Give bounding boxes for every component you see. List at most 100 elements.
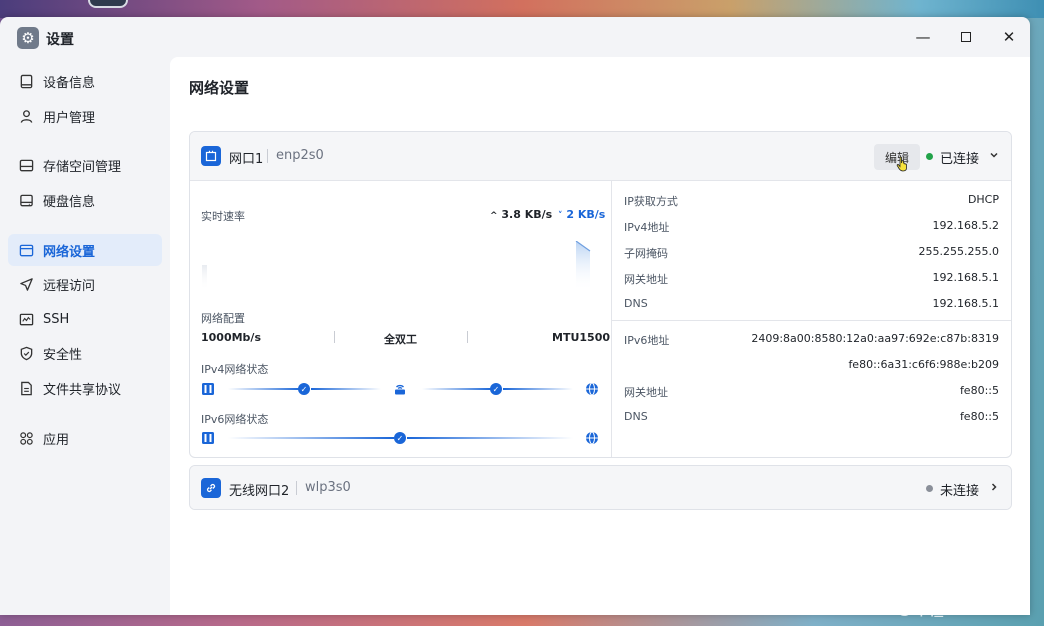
row-label: IPv4地址: [624, 221, 670, 234]
dns-row: DNS 192.168.5.1: [612, 292, 1011, 318]
port-name: 无线网口2: [229, 484, 290, 499]
sidebar-item-label: SSH: [43, 311, 70, 327]
ipv4-link-segment: [228, 388, 301, 390]
ipv6-gateway-row: 网关地址 fe80::5: [612, 379, 1011, 405]
sidebar-item-storage[interactable]: 存储空间管理: [8, 149, 162, 181]
arrow-up-icon: ^: [490, 211, 498, 221]
row-label: DNS: [624, 297, 648, 310]
sidebar-item-network-settings[interactable]: 网络设置: [8, 234, 162, 266]
ipv6-address-row: IPv6地址 2409:8a00:8580:12a0:aa97:692e:c87…: [612, 327, 1011, 353]
sidebar-item-label: 用户管理: [43, 110, 96, 126]
maximize-icon: [961, 32, 971, 42]
upload-rate-value: 3.8 KB/s: [501, 208, 553, 221]
ipv6-dns-row: DNS fe80::5: [612, 405, 1011, 431]
subnet-mask-row: 子网掩码 255.255.255.0: [612, 240, 1011, 266]
sidebar-item-label: 远程访问: [43, 278, 96, 294]
sidebar-item-label: 文件共享协议: [43, 382, 122, 398]
sidebar-item-label: 硬盘信息: [43, 194, 96, 210]
port1-header[interactable]: 网口1 enp2s0 编辑 已连接: [190, 132, 1011, 181]
sidebar-item-apps[interactable]: 应用: [8, 422, 162, 454]
chevron-down-icon[interactable]: [989, 149, 999, 163]
row-label: IP获取方式: [624, 195, 678, 208]
port2-card[interactable]: 无线网口2 wlp3s0 未连接: [189, 465, 1012, 510]
mtu-value: MTU1500: [552, 331, 610, 344]
gateway-row: 网关地址 192.168.5.1: [612, 266, 1011, 292]
row-value: fe80::6a31:c6f6:988e:b209: [848, 358, 999, 371]
port1-address-pane: IP获取方式 DHCP IPv4地址 192.168.5.2 子网掩码 255.…: [611, 181, 1011, 457]
close-button[interactable]: ✕: [996, 25, 1022, 49]
storage-icon: [18, 157, 34, 173]
ipv6-linklocal-row: fe80::6a31:c6f6:988e:b209: [612, 353, 1011, 379]
sidebar-item-device-info[interactable]: 设备信息: [8, 65, 162, 97]
globe-icon: [586, 431, 598, 445]
row-value: fe80::5: [959, 384, 999, 397]
desktop-background: [0, 0, 1044, 18]
page-title: 网络设置: [189, 79, 250, 97]
settings-window: ⚙ 设置 — ✕ 设备信息 用户管理 存储空间管理 硬盘信息 网络设置 远程访问: [0, 17, 1030, 615]
sidebar-item-label: 安全性: [43, 347, 83, 363]
row-value: 192.168.5.2: [932, 219, 999, 232]
link-speed: 1000Mb/s: [201, 331, 262, 344]
download-rate: ˅ 2 KB/s: [558, 208, 605, 221]
network-config-label: 网络配置: [201, 312, 245, 325]
ipv6-link-segment: [407, 437, 573, 439]
realtime-rate-graph: [202, 241, 591, 291]
port2-header[interactable]: 无线网口2 wlp3s0 未连接: [190, 466, 1011, 509]
divider: [267, 149, 268, 163]
device-icon: [202, 432, 214, 444]
row-value: 192.168.5.1: [932, 271, 999, 284]
sidebar-item-disk-info[interactable]: 硬盘信息: [8, 184, 162, 216]
ipv6-link-segment: [228, 437, 394, 439]
ipv4-address-row: IPv4地址 192.168.5.2: [612, 214, 1011, 240]
check-icon: ✓: [490, 383, 502, 395]
sidebar-item-remote-access[interactable]: 远程访问: [8, 268, 162, 300]
status-connected-dot: [926, 153, 933, 160]
port-device: enp2s0: [276, 148, 324, 163]
row-value: 255.255.255.0: [918, 245, 999, 258]
taskbar-thumbnail[interactable]: [88, 0, 128, 8]
row-value: 2409:8a00:8580:12a0:aa97:692e:c87b:8319: [751, 332, 999, 345]
check-icon: ✓: [298, 383, 310, 395]
row-label: 子网掩码: [624, 247, 668, 260]
divider: [467, 331, 468, 343]
ipv4-status-label: IPv4网络状态: [201, 363, 269, 376]
watermark-text: CSDN @qq_41731516: [842, 598, 1030, 618]
upload-rate: ^ 3.8 KB/s: [490, 208, 552, 221]
globe-icon: [586, 382, 598, 396]
port1-card: 网口1 enp2s0 编辑 已连接 实时速率 ^ 3.8 KB/s ˅ 2 KB…: [189, 131, 1012, 458]
window-title: 设置: [46, 32, 74, 48]
divider: [334, 331, 335, 343]
minimize-button[interactable]: —: [910, 25, 936, 49]
divider: [612, 320, 1011, 321]
sidebar-item-label: 应用: [43, 432, 70, 448]
duplex-mode: 全双工: [384, 333, 417, 346]
status-disconnected-dot: [926, 485, 933, 492]
chevron-right-icon[interactable]: [989, 481, 999, 495]
arrow-down-icon: ˅: [558, 211, 563, 221]
connection-status: 未连接: [940, 484, 980, 499]
download-rate-value: 2 KB/s: [566, 208, 606, 221]
row-value: DHCP: [967, 193, 999, 206]
port1-stats-pane: 实时速率 ^ 3.8 KB/s ˅ 2 KB/s 网络配置 1000Mb/s 全…: [190, 181, 611, 457]
terminal-icon: [18, 311, 34, 327]
sidebar-item-security[interactable]: 安全性: [8, 337, 162, 369]
sidebar-item-user-management[interactable]: 用户管理: [8, 100, 162, 132]
sidebar-item-label: 存储空间管理: [43, 159, 122, 175]
row-value: 192.168.5.1: [932, 297, 999, 310]
connection-status: 已连接: [940, 152, 980, 167]
device-icon: [202, 383, 214, 395]
ethernet-port-icon: [201, 146, 221, 166]
router-icon: [395, 384, 405, 395]
check-icon: ✓: [394, 432, 406, 444]
shield-icon: [18, 345, 34, 361]
disk-icon: [18, 192, 34, 208]
main-content: 网络设置 网口1 enp2s0 编辑 已连接 实时速率 ^ 3.8 KB/s ˅…: [170, 57, 1030, 615]
port-device: wlp3s0: [305, 480, 351, 495]
sidebar-item-file-sharing[interactable]: 文件共享协议: [8, 372, 162, 404]
sidebar-item-ssh[interactable]: SSH: [8, 303, 162, 335]
document-icon: [18, 380, 34, 396]
maximize-button[interactable]: [953, 25, 979, 49]
ip-mode-row: IP获取方式 DHCP: [612, 188, 1011, 214]
divider: [296, 481, 297, 495]
row-label: 网关地址: [624, 273, 668, 286]
